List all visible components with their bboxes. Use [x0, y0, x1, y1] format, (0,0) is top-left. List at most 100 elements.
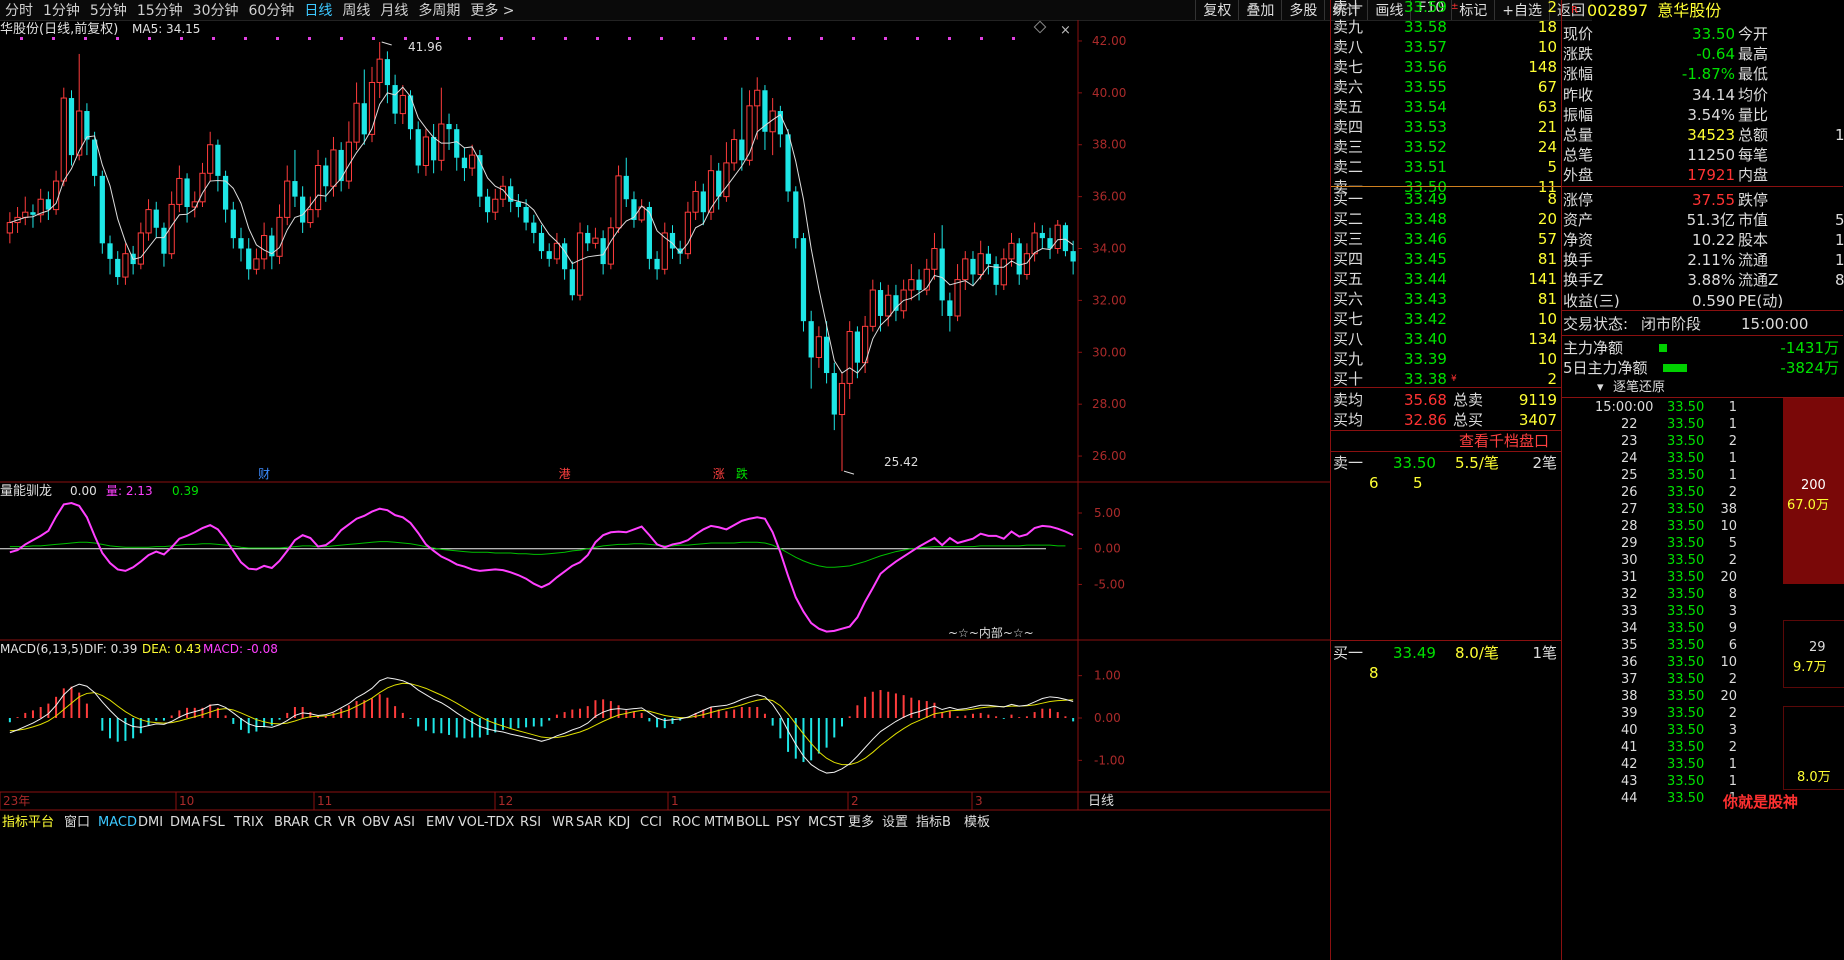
indicator-tab-13[interactable]: VOL-TDX — [458, 815, 514, 830]
signal-dot — [628, 37, 631, 40]
indicator-tab-1[interactable]: 窗口 — [64, 814, 90, 830]
trade-status: 交易状态: 闭市阶段 15:00:00 — [1563, 314, 1844, 334]
main-net-5d-bar — [1663, 364, 1687, 372]
quote-panel: 卖十 33.59 2 ± 卖九 33.58 18 卖八 33.57 10 卖七 33.56 148 卖六 3… — [1330, 0, 1844, 960]
candle-body — [823, 336, 830, 374]
tick-list[interactable]: ▾ 逐笔还原 15:00:00 33.50 1 22 33.50 1 23 33.50 2 24 33.… — [1331, 378, 1844, 960]
ob-sell-5-label: 卖五 — [1333, 98, 1364, 116]
time-label: 10 — [179, 794, 194, 808]
indicator-tab-19[interactable]: ROC — [672, 815, 700, 830]
event-marker-2[interactable]: 涨 — [713, 466, 725, 481]
period-tab-2[interactable]: 5分钟 — [90, 0, 127, 20]
ob-sell-4-vol: 21 — [1537, 118, 1557, 136]
ob-buy-6: 买六 33.43 81 — [1333, 289, 1561, 309]
indicator-tab-17[interactable]: KDJ — [608, 815, 630, 830]
signal-dot — [212, 37, 215, 40]
event-marker-3[interactable]: 跌 — [736, 466, 748, 481]
indicator-tab-20[interactable]: MTM — [704, 815, 734, 830]
candle-body — [947, 300, 953, 316]
period-label[interactable]: 日线 — [1088, 794, 1114, 809]
period-tab-7[interactable]: 周线 — [342, 0, 370, 20]
ob-sell-3-price: 33.52 — [1404, 138, 1447, 156]
indicator-tab-21[interactable]: BOLL — [736, 815, 770, 830]
indicator-tab-27[interactable]: 模板 — [964, 815, 990, 830]
period-tab-5[interactable]: 60分钟 — [249, 0, 295, 20]
quote-value2-12: 1 — [1835, 251, 1844, 270]
period-tab-8[interactable]: 月线 — [380, 0, 408, 20]
indicator-tab-24[interactable]: 更多 — [848, 814, 874, 830]
indicator-tab-15[interactable]: WR — [552, 815, 574, 830]
indicator-tab-14[interactable]: RSI — [520, 815, 541, 830]
indicator-tab-16[interactable]: SAR — [576, 815, 602, 830]
period-tab-4[interactable]: 30分钟 — [193, 0, 239, 20]
indicator-tab-4[interactable]: DMA — [170, 815, 200, 830]
tick-vol-bar-1-amount: 67.0万 — [1787, 498, 1829, 513]
candlestick-chart[interactable]: 财 港 涨跌 — [6, 41, 1076, 481]
indicator-tab-22[interactable]: PSY — [776, 815, 800, 830]
toolbar-action-2[interactable]: 多股 — [1281, 0, 1324, 20]
period-tab-10[interactable]: 更多 > — [470, 0, 514, 20]
chart-frame: ×42.0040.0038.0036.0034.0032.0030.0028.0… — [0, 20, 1330, 811]
indicator-tab-10[interactable]: OBV — [362, 815, 390, 830]
ob-sell-5-price: 33.54 — [1404, 98, 1447, 116]
toolbar-action-1[interactable]: 叠加 — [1238, 0, 1281, 20]
indicator-tab-8[interactable]: CR — [314, 815, 332, 830]
candle-body — [1023, 253, 1031, 275]
quote-row-7: 总笔 11250 每笔 — [1563, 145, 1844, 165]
ob-sell-9-label: 卖九 — [1333, 18, 1364, 36]
period-tab-1[interactable]: 1分钟 — [43, 0, 80, 20]
candle-body — [1016, 243, 1022, 275]
indicator-tab-6[interactable]: TRIX — [233, 815, 264, 830]
diamond-icon[interactable] — [1033, 20, 1047, 34]
indicator-tab-12[interactable]: EMV — [426, 815, 454, 830]
indicator-tab-7[interactable]: BRAR — [274, 815, 309, 830]
indicator-tab-0[interactable]: 指标平台 — [2, 815, 54, 830]
ob-sell-7-vol: 148 — [1528, 58, 1557, 76]
close-icon[interactable]: × — [1060, 23, 1071, 38]
indicator-tab-2[interactable]: MACD — [98, 815, 137, 830]
indicator-tab-11[interactable]: ASI — [394, 815, 415, 830]
kline-chart-area[interactable]: ×42.0040.0038.0036.0034.0032.0030.0028.0… — [0, 20, 1330, 960]
toolbar-action-0[interactable]: 复权 — [1195, 0, 1238, 20]
period-tab-0[interactable]: 分时 — [5, 0, 33, 20]
quote-label2-11: 股本 — [1738, 231, 1769, 249]
period-tab-3[interactable]: 15分钟 — [137, 0, 183, 20]
candle-body — [538, 232, 545, 252]
tick-vol-bar-2-count: 29 — [1809, 640, 1826, 655]
quote-row-10: 资产 51.3亿 市值 5 — [1563, 210, 1844, 230]
event-marker-1[interactable]: 港 — [559, 467, 571, 481]
period-tab-9[interactable]: 多周期 — [418, 0, 460, 20]
ob-sell-6-price: 33.55 — [1404, 78, 1447, 96]
macd-tick-label: -1.00 — [1094, 753, 1125, 767]
ob-buy-9: 买九 33.39 10 — [1333, 349, 1561, 369]
macd-dif: DIF: 0.39 — [84, 642, 137, 656]
ob-sell-9-vol: 18 — [1537, 18, 1557, 36]
indicator-tab-9[interactable]: VR — [338, 815, 356, 830]
candle-body — [338, 149, 344, 182]
indicator-panel-macd[interactable]: 1.00 0.00 -1.00 — [8, 669, 1125, 774]
candle-body — [253, 258, 260, 270]
signal-dot — [596, 37, 599, 40]
ob-buy-3-price: 33.46 — [1404, 230, 1447, 248]
indicator-tab-18[interactable]: CCI — [640, 815, 662, 830]
indicator-tab-5[interactable]: FSL — [202, 815, 226, 830]
indicator-tab-23[interactable]: MCST — [808, 815, 845, 830]
candle-body — [161, 227, 167, 254]
indicator-panel-liangneng[interactable]: 5.00 0.00 -5.00 — [0, 501, 1125, 633]
quote-value-10: 51.3亿 — [1686, 210, 1735, 229]
signal-dot — [52, 37, 55, 40]
quote-label-11: 净资 — [1563, 231, 1594, 249]
ob-buy-9-vol: 10 — [1537, 350, 1557, 368]
indicator-tab-26[interactable]: 指标B — [916, 815, 951, 830]
quote-value-12: 2.11% — [1687, 251, 1735, 270]
ob-buy-8-price: 33.40 — [1404, 330, 1447, 348]
indicator-tab-3[interactable]: DMI — [138, 815, 163, 830]
period-tab-6[interactable]: 日线 — [304, 0, 332, 20]
quote-label2-3: 最低 — [1738, 65, 1769, 84]
indicator-tab-25[interactable]: 设置 — [882, 815, 908, 830]
quote-row-5: 振幅 3.54% 量比 — [1563, 105, 1844, 125]
ob-buy-2-label: 买二 — [1333, 210, 1364, 228]
ob-buy-9-label: 买九 — [1333, 350, 1364, 368]
event-marker-0[interactable]: 财 — [258, 467, 270, 481]
candle-body — [184, 178, 190, 208]
